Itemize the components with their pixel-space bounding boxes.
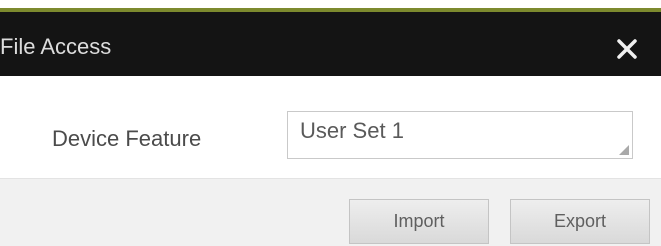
import-button[interactable]: Import — [349, 199, 489, 244]
resize-grip-icon — [619, 145, 629, 155]
title-bar: File Access — [0, 12, 661, 76]
dialog-title: File Access — [0, 34, 112, 59]
device-feature-field[interactable]: User Set 1 — [287, 111, 633, 159]
device-feature-label: Device Feature — [52, 126, 202, 151]
export-button[interactable]: Export — [510, 199, 650, 244]
dialog-footer: Import Export — [0, 178, 661, 246]
device-feature-value: User Set 1 — [300, 118, 404, 143]
dialog-content: Device Feature User Set 1 — [0, 76, 661, 178]
file-access-dialog: File Access Device Feature User Set 1 Im… — [0, 0, 661, 246]
close-icon — [617, 39, 637, 59]
close-button[interactable] — [612, 34, 642, 64]
